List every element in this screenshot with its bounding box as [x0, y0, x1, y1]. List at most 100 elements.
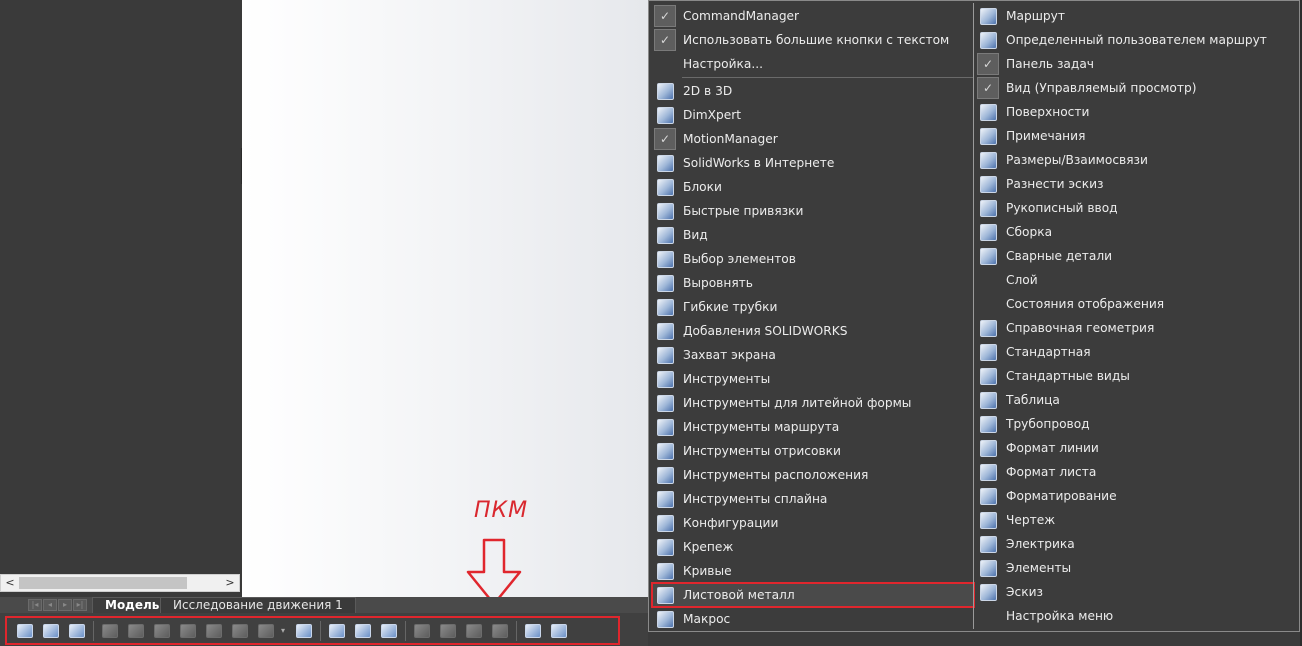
sketched-bend-icon[interactable] — [203, 621, 225, 641]
menu-item-label: Электрика — [1006, 537, 1075, 551]
check-icon: ✓ — [654, 128, 676, 150]
menu-item[interactable]: Трубопровод — [975, 412, 1297, 436]
menu-item[interactable]: Стандартная — [975, 340, 1297, 364]
corners-icon[interactable] — [255, 621, 277, 641]
annotations-icon — [977, 125, 999, 147]
menu-item[interactable]: Быстрые привязки — [652, 199, 974, 223]
menu-item[interactable]: Маршрут — [975, 4, 1297, 28]
cross-break-icon[interactable] — [229, 621, 251, 641]
insert-bends-icon[interactable] — [522, 621, 544, 641]
menu-item[interactable]: Эскиз — [975, 580, 1297, 604]
hem-icon[interactable] — [151, 621, 173, 641]
weldments-icon — [977, 245, 999, 267]
miter-flange-icon[interactable] — [125, 621, 147, 641]
menu-item[interactable]: Формат листа — [975, 460, 1297, 484]
convert-to-sheet-metal-icon[interactable] — [40, 621, 62, 641]
menu-item[interactable]: Инструменты для литейной формы — [652, 391, 974, 415]
menu-item[interactable]: Чертеж — [975, 508, 1297, 532]
jog-icon[interactable] — [177, 621, 199, 641]
simple-hole-icon[interactable] — [352, 621, 374, 641]
flatten-icon[interactable] — [463, 621, 485, 641]
menu-item[interactable]: Конфигурации — [652, 511, 974, 535]
menu-item[interactable]: Вид — [652, 223, 974, 247]
menu-item[interactable]: Гибкие трубки — [652, 295, 974, 319]
menu-item[interactable]: Выбор элементов — [652, 247, 974, 271]
menu-item[interactable]: Инструменты маршрута — [652, 415, 974, 439]
no-bends-icon[interactable] — [489, 621, 511, 641]
edge-flange-icon[interactable] — [99, 621, 121, 641]
menu-item[interactable]: ✓ Панель задач — [975, 52, 1297, 76]
menu-item[interactable]: Форматирование — [975, 484, 1297, 508]
menu-item[interactable]: Определенный пользователем маршрут — [975, 28, 1297, 52]
menu-item[interactable]: Инструменты отрисовки — [652, 439, 974, 463]
scroll-thumb[interactable] — [19, 577, 187, 589]
menu-item[interactable]: Слой — [975, 268, 1297, 292]
menu-item-label: Гибкие трубки — [683, 300, 778, 314]
menu-item[interactable]: Кривые — [652, 559, 974, 583]
2d-to-3d-icon — [654, 80, 676, 102]
context-menu-column-1: ✓ CommandManager ✓ Использовать большие кно… — [651, 4, 975, 631]
last-tab-icon[interactable]: ▸| — [73, 599, 87, 611]
menu-item[interactable]: Настройка... — [652, 52, 974, 76]
menu-item[interactable]: Рукописный ввод — [975, 196, 1297, 220]
menu-item[interactable]: Элементы — [975, 556, 1297, 580]
document-tabs-bar: |◂ ◂ ▸ ▸| Модель Исследование движения 1 — [0, 597, 648, 613]
menu-item[interactable]: Блоки — [652, 175, 974, 199]
graphics-viewport[interactable] — [242, 0, 648, 597]
menu-item[interactable]: Инструменты расположения — [652, 463, 974, 487]
unfold-icon[interactable] — [411, 621, 433, 641]
menu-item[interactable]: Сборка — [975, 220, 1297, 244]
fold-icon[interactable] — [437, 621, 459, 641]
menu-item[interactable]: Таблица — [975, 388, 1297, 412]
horizontal-scrollbar[interactable]: < > — [0, 574, 240, 592]
menu-item[interactable]: Стандартные виды — [975, 364, 1297, 388]
menu-item[interactable]: Поверхности — [975, 100, 1297, 124]
menu-item-label: Форматирование — [1006, 489, 1117, 503]
menu-item[interactable]: Выровнять — [652, 271, 974, 295]
menu-item[interactable]: 2D в 3D — [652, 79, 974, 103]
menu-item[interactable]: ✓ CommandManager — [652, 4, 974, 28]
menu-item[interactable]: Захват экрана — [652, 343, 974, 367]
toolbar-separator — [93, 621, 94, 641]
menu-item[interactable]: Макрос — [652, 607, 974, 631]
next-tab-icon[interactable]: ▸ — [58, 599, 72, 611]
forming-tool-icon[interactable] — [293, 621, 315, 641]
menu-item[interactable]: ✓ Использовать большие кнопки с текстом — [652, 28, 974, 52]
menu-item-label: Настройка меню — [1006, 609, 1114, 623]
menu-item[interactable]: SolidWorks в Интернете — [652, 151, 974, 175]
scroll-left-arrow-icon[interactable]: < — [3, 576, 17, 590]
menu-item[interactable]: Примечания — [975, 124, 1297, 148]
menu-item-label: Инструменты расположения — [683, 468, 869, 482]
lofted-bend-icon[interactable] — [66, 621, 88, 641]
dropdown-arrow-icon[interactable]: ▾ — [281, 621, 289, 641]
rip-icon[interactable] — [548, 621, 570, 641]
extruded-cut-icon[interactable] — [326, 621, 348, 641]
menu-item[interactable]: DimXpert — [652, 103, 974, 127]
menu-item[interactable]: Электрика — [975, 532, 1297, 556]
menu-item[interactable]: Разнести эскиз — [975, 172, 1297, 196]
base-flange-icon[interactable] — [14, 621, 36, 641]
menu-item[interactable]: ✓ MotionManager — [652, 127, 974, 151]
menu-item-label: Стандартные виды — [1006, 369, 1130, 383]
menu-item[interactable]: Состояния отображения — [975, 292, 1297, 316]
menu-item[interactable]: Размеры/Взаимосвязи — [975, 148, 1297, 172]
menu-item[interactable]: Справочная геометрия — [975, 316, 1297, 340]
menu-item-label: Макрос — [683, 612, 731, 626]
prev-tab-icon[interactable]: ◂ — [43, 599, 57, 611]
menu-item[interactable]: Листовой металл — [651, 582, 975, 608]
vent-icon[interactable] — [378, 621, 400, 641]
menu-item-label: Сборка — [1006, 225, 1053, 239]
menu-item[interactable]: Инструменты — [652, 367, 974, 391]
tab-motion-study[interactable]: Исследование движения 1 — [160, 597, 356, 613]
menu-item[interactable]: Настройка меню — [975, 604, 1297, 628]
menu-item[interactable]: ✓ Вид (Управляемый просмотр) — [975, 76, 1297, 100]
toolbar-separator — [516, 621, 517, 641]
menu-item[interactable]: Формат линии — [975, 436, 1297, 460]
scroll-right-arrow-icon[interactable]: > — [223, 576, 237, 590]
menu-item[interactable]: Инструменты сплайна — [652, 487, 974, 511]
first-tab-icon[interactable]: |◂ — [28, 599, 42, 611]
flexible-tube-icon — [654, 296, 676, 318]
menu-item[interactable]: Сварные детали — [975, 244, 1297, 268]
menu-item[interactable]: Крепеж — [652, 535, 974, 559]
menu-item[interactable]: Добавления SOLIDWORKS — [652, 319, 974, 343]
